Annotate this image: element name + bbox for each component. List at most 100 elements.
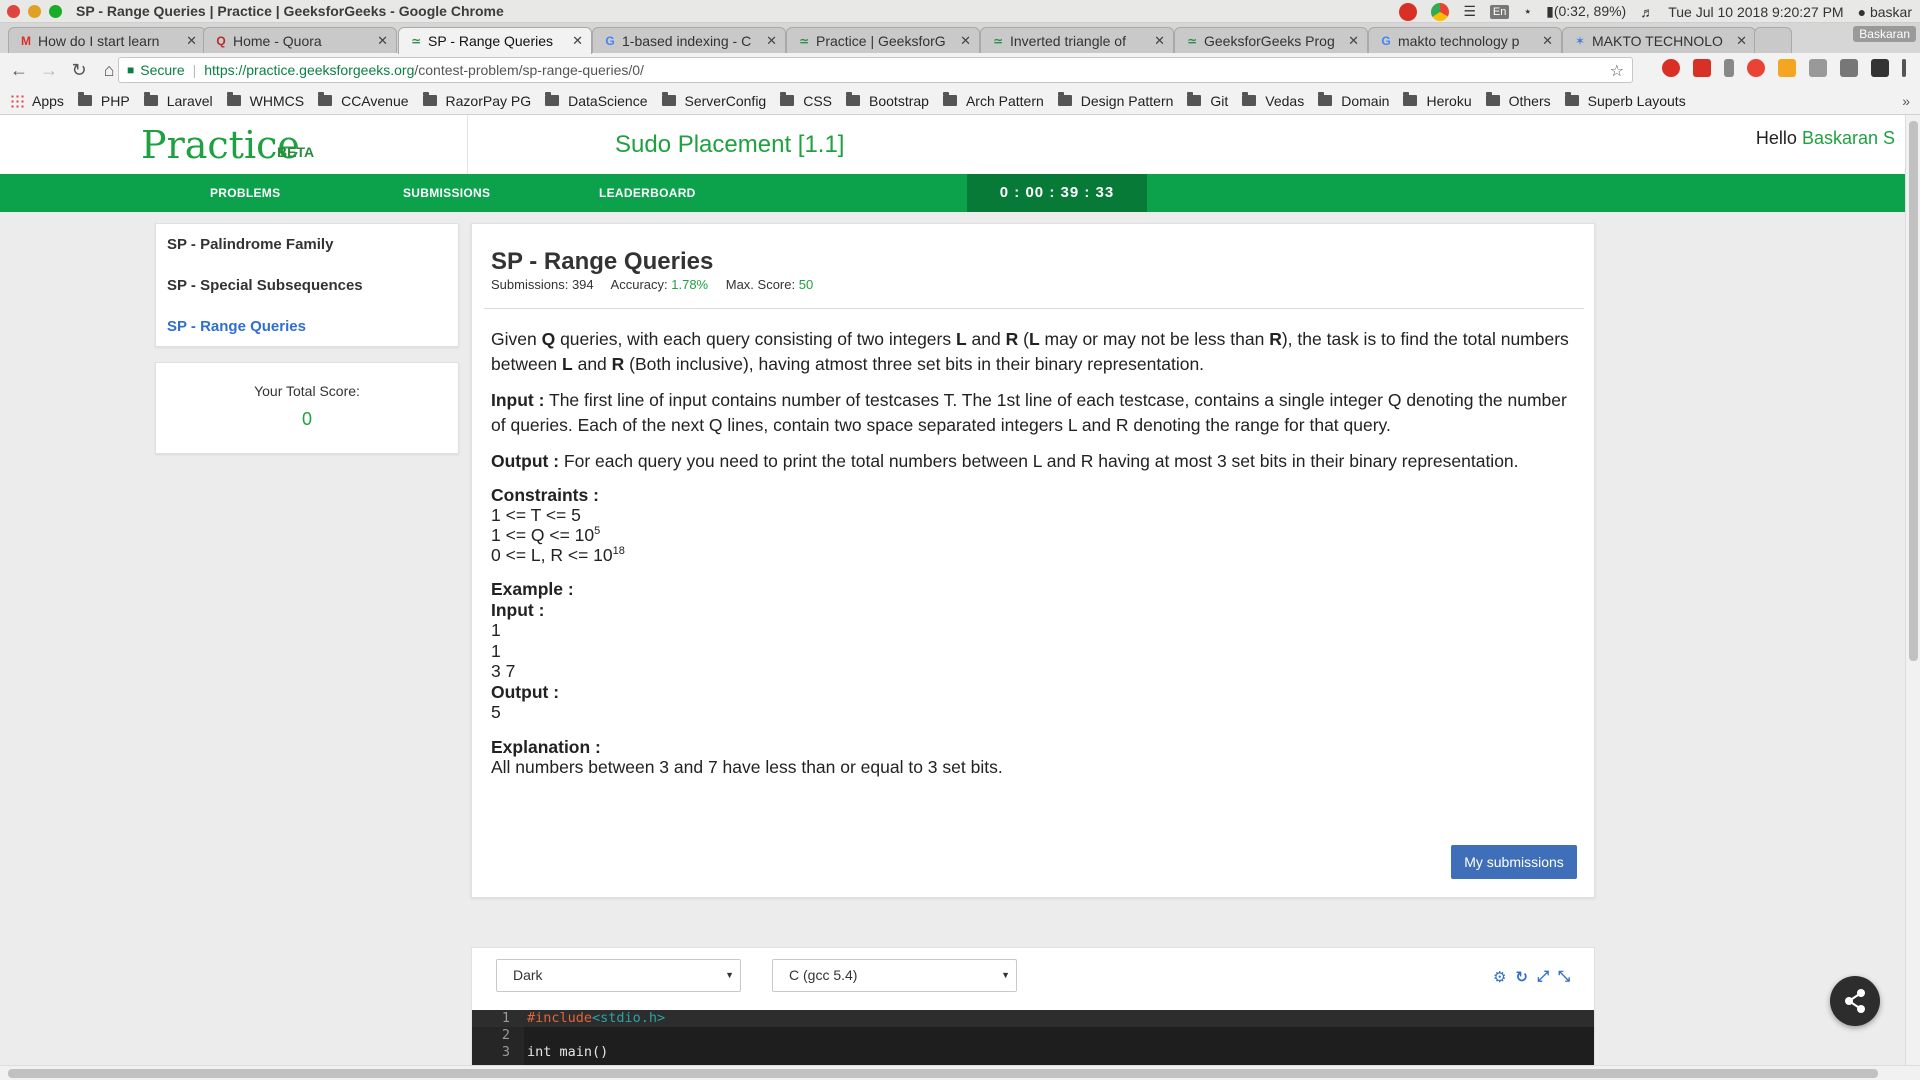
horizontal-scrollbar[interactable] xyxy=(0,1065,1920,1080)
maximize-window-icon[interactable] xyxy=(49,4,62,18)
compress-icon[interactable]: ⤢ xyxy=(1537,968,1549,986)
home-icon[interactable]: ⌂ xyxy=(98,59,120,81)
window-controls[interactable] xyxy=(7,4,62,18)
close-tab-icon[interactable]: ✕ xyxy=(1542,33,1553,49)
browser-tab[interactable]: M How do I start learn ✕ xyxy=(8,27,206,53)
bookmark-folder[interactable]: Git xyxy=(1187,92,1228,109)
bookmark-star-icon[interactable]: ☆ xyxy=(1610,61,1624,81)
bookmark-folder[interactable]: Laravel xyxy=(143,92,213,109)
problem-link[interactable]: SP - Palindrome Family xyxy=(167,236,333,253)
fullscreen-icon[interactable]: ⤡ xyxy=(1558,968,1570,986)
battery-icon[interactable]: ▮(0:32, 89%) xyxy=(1546,3,1626,20)
close-tab-icon[interactable]: ✕ xyxy=(1348,33,1359,49)
cast-extension-icon[interactable] xyxy=(1840,59,1858,77)
contest-nav: PROBLEMS SUBMISSIONS LEADERBOARD 0 : 00 … xyxy=(0,174,1905,212)
clock[interactable]: Tue Jul 10 2018 9:20:27 PM xyxy=(1668,4,1843,20)
browser-tab[interactable]: G makto technology p ✕ xyxy=(1368,27,1562,53)
max-score-value: 50 xyxy=(798,277,814,292)
theme-select[interactable]: Dark ▼ xyxy=(496,959,741,992)
bookmark-folder[interactable]: CCAvenue xyxy=(318,92,409,109)
stack-extension-icon[interactable] xyxy=(1778,59,1796,77)
address-bar[interactable]: ■ Secure | https://practice.geeksforgeek… xyxy=(118,57,1633,83)
wifi-icon[interactable]: ☰ xyxy=(1463,3,1476,20)
bookmark-folder[interactable]: Superb Layouts xyxy=(1564,92,1686,109)
bookmark-folder[interactable]: DataScience xyxy=(545,92,648,109)
new-tab-button[interactable] xyxy=(1754,27,1792,53)
user-menu[interactable]: ● baskar xyxy=(1858,4,1912,20)
nav-problems[interactable]: PROBLEMS xyxy=(210,174,280,212)
google-icon: G xyxy=(1381,33,1391,48)
bookmark-folder[interactable]: CSS xyxy=(780,92,832,109)
constraints-label: Constraints : xyxy=(491,485,599,505)
browser-tab[interactable]: ≃ Inverted triangle of ✕ xyxy=(980,27,1174,53)
forward-icon[interactable]: → xyxy=(38,59,60,81)
close-tab-icon[interactable]: ✕ xyxy=(377,33,388,49)
code-area[interactable]: 1 #include<stdio.h> 2 3 int main() xyxy=(472,1010,1594,1068)
browser-tab[interactable]: ≃ Practice | GeeksforG ✕ xyxy=(786,27,980,53)
scroll-thumb[interactable] xyxy=(8,1069,1878,1078)
back-icon[interactable]: ← xyxy=(8,59,30,81)
bookmark-apps[interactable]: Apps xyxy=(10,93,64,109)
browser-tab-active[interactable]: ≃ SP - Range Queries ✕ xyxy=(398,27,592,54)
bookmark-folder[interactable]: Heroku xyxy=(1403,92,1472,109)
adblock-extension-icon[interactable] xyxy=(1662,59,1680,77)
dropbox-extension-icon[interactable] xyxy=(1871,59,1889,77)
close-tab-icon[interactable]: ✕ xyxy=(186,33,197,49)
bookmark-folder[interactable]: Design Pattern xyxy=(1057,92,1173,109)
language-indicator[interactable]: En xyxy=(1489,4,1510,19)
profile-badge[interactable]: Baskaran xyxy=(1853,26,1916,42)
bookmark-folder[interactable]: PHP xyxy=(77,92,130,109)
system-tray: ☰ En ⋆ ▮(0:32, 89%) ♬ Tue Jul 10 2018 9:… xyxy=(1399,0,1912,23)
minimize-window-icon[interactable] xyxy=(28,4,41,18)
notification-icon[interactable] xyxy=(1399,2,1418,21)
bookmark-folder[interactable]: WHMCS xyxy=(226,92,304,109)
nav-leaderboard[interactable]: LEADERBOARD xyxy=(599,174,696,212)
close-tab-icon[interactable]: ✕ xyxy=(766,33,777,49)
bookmark-folder[interactable]: ServerConfig xyxy=(661,92,766,109)
refresh-icon[interactable]: ↻ xyxy=(1515,968,1528,986)
close-tab-icon[interactable]: ✕ xyxy=(960,33,971,49)
eyedropper-extension-icon[interactable] xyxy=(1724,59,1734,77)
bookmarks-overflow[interactable]: » xyxy=(1902,93,1910,109)
submissions-value: 394 xyxy=(571,277,594,292)
my-submissions-button[interactable]: My submissions xyxy=(1451,845,1577,879)
bookmark-folder[interactable]: Vedas xyxy=(1242,92,1304,109)
tab-label: makto technology p xyxy=(1398,32,1520,49)
bookmark-folder[interactable]: RazorPay PG xyxy=(422,92,531,109)
nav-submissions[interactable]: SUBMISSIONS xyxy=(403,174,490,212)
bookmark-folder[interactable]: Others xyxy=(1485,92,1551,109)
browser-tab[interactable]: ✶ MAKTO TECHNOLO ✕ xyxy=(1562,27,1756,53)
problem-link-active[interactable]: SP - Range Queries xyxy=(167,318,306,335)
problem-link[interactable]: SP - Special Subsequences xyxy=(167,277,363,294)
screenshot-extension-icon[interactable] xyxy=(1809,59,1827,77)
scroll-thumb[interactable] xyxy=(1909,121,1918,661)
infinity-extension-icon[interactable] xyxy=(1747,59,1765,77)
settings-icon[interactable]: ⚙ xyxy=(1493,968,1506,986)
close-tab-icon[interactable]: ✕ xyxy=(1154,33,1165,49)
bookmark-folder[interactable]: Bootstrap xyxy=(846,92,929,109)
volume-icon[interactable]: ♬ xyxy=(1640,4,1654,20)
lock-icon[interactable]: ■ xyxy=(127,63,134,77)
chrome-menu-icon[interactable] xyxy=(1902,59,1906,77)
bookmark-folder[interactable]: Arch Pattern xyxy=(942,92,1044,109)
bookmark-folder[interactable]: Domain xyxy=(1318,92,1389,109)
gfg-icon: ≃ xyxy=(410,34,422,48)
browser-tab[interactable]: Q Home - Quora ✕ xyxy=(203,27,397,53)
extensions-row xyxy=(1662,59,1906,77)
close-window-icon[interactable] xyxy=(7,4,20,18)
vertical-scrollbar[interactable] xyxy=(1905,115,1920,1065)
pdf-extension-icon[interactable] xyxy=(1693,59,1711,77)
browser-tab[interactable]: G 1-based indexing - C ✕ xyxy=(592,27,786,53)
chevron-down-icon: ▼ xyxy=(725,970,734,980)
output-section: Output : For each query you need to prin… xyxy=(491,449,1576,474)
bluetooth-icon[interactable]: ⋆ xyxy=(1523,3,1532,20)
close-tab-icon[interactable]: ✕ xyxy=(1736,33,1747,49)
chrome-icon[interactable] xyxy=(1431,2,1450,21)
close-tab-icon[interactable]: ✕ xyxy=(572,33,583,49)
language-select[interactable]: C (gcc 5.4) ▼ xyxy=(772,959,1017,992)
share-button[interactable] xyxy=(1830,976,1880,1026)
browser-tab[interactable]: ≃ GeeksforGeeks Prog ✕ xyxy=(1174,27,1368,53)
reload-icon[interactable]: ↻ xyxy=(68,59,90,81)
code-line: 3 int main() xyxy=(472,1044,1594,1061)
username-link[interactable]: Baskaran S xyxy=(1802,128,1895,148)
